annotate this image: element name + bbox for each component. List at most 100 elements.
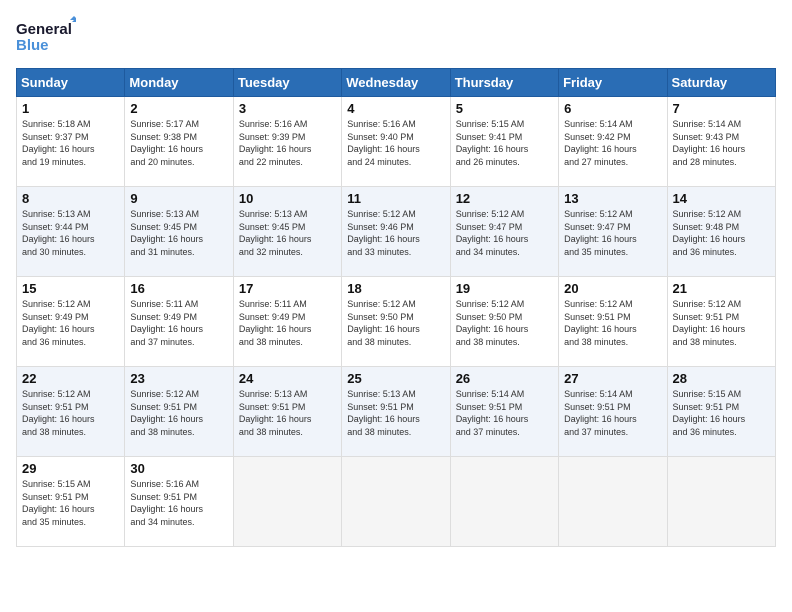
day-info: Sunrise: 5:12 AM Sunset: 9:47 PM Dayligh… [456, 208, 553, 258]
calendar-cell: 17 Sunrise: 5:11 AM Sunset: 9:49 PM Dayli… [233, 277, 341, 367]
day-number: 19 [456, 281, 553, 296]
day-info: Sunrise: 5:14 AM Sunset: 9:51 PM Dayligh… [456, 388, 553, 438]
col-header-wednesday: Wednesday [342, 69, 450, 97]
col-header-saturday: Saturday [667, 69, 775, 97]
calendar-cell: 4Sunrise: 5:16 AM Sunset: 9:40 PM Daylig… [342, 97, 450, 187]
col-header-tuesday: Tuesday [233, 69, 341, 97]
calendar-cell: 21 Sunrise: 5:12 AM Sunset: 9:51 PM Dayli… [667, 277, 775, 367]
day-number: 28 [673, 371, 770, 386]
day-number: 8 [22, 191, 119, 206]
day-info: Sunrise: 5:14 AM Sunset: 9:43 PM Dayligh… [673, 118, 770, 168]
calendar-cell [667, 457, 775, 547]
day-number: 24 [239, 371, 336, 386]
day-info: Sunrise: 5:13 AM Sunset: 9:51 PM Dayligh… [347, 388, 444, 438]
day-number: 9 [130, 191, 227, 206]
page-header: General Blue [16, 16, 776, 56]
calendar-cell [559, 457, 667, 547]
calendar-cell: 16 Sunrise: 5:11 AM Sunset: 9:49 PM Dayli… [125, 277, 233, 367]
calendar-cell: 2Sunrise: 5:17 AM Sunset: 9:38 PM Daylig… [125, 97, 233, 187]
day-number: 1 [22, 101, 119, 116]
day-info: Sunrise: 5:15 AM Sunset: 9:51 PM Dayligh… [673, 388, 770, 438]
calendar-cell: 12Sunrise: 5:12 AM Sunset: 9:47 PM Dayli… [450, 187, 558, 277]
calendar-cell: 19 Sunrise: 5:12 AM Sunset: 9:50 PM Dayli… [450, 277, 558, 367]
day-info: Sunrise: 5:16 AM Sunset: 9:40 PM Dayligh… [347, 118, 444, 168]
day-info: Sunrise: 5:12 AM Sunset: 9:51 PM Dayligh… [673, 298, 770, 348]
calendar-cell: 8 Sunrise: 5:13 AM Sunset: 9:44 PM Daylig… [17, 187, 125, 277]
day-number: 7 [673, 101, 770, 116]
day-info: Sunrise: 5:13 AM Sunset: 9:45 PM Dayligh… [130, 208, 227, 258]
day-info: Sunrise: 5:14 AM Sunset: 9:42 PM Dayligh… [564, 118, 661, 168]
svg-text:General: General [16, 21, 72, 38]
calendar-cell: 27 Sunrise: 5:14 AM Sunset: 9:51 PM Dayli… [559, 367, 667, 457]
day-number: 15 [22, 281, 119, 296]
day-info: Sunrise: 5:11 AM Sunset: 9:49 PM Dayligh… [130, 298, 227, 348]
day-number: 6 [564, 101, 661, 116]
calendar-cell: 24 Sunrise: 5:13 AM Sunset: 9:51 PM Dayli… [233, 367, 341, 457]
calendar-cell [450, 457, 558, 547]
calendar-cell: 30 Sunrise: 5:16 AM Sunset: 9:51 PM Dayli… [125, 457, 233, 547]
day-info: Sunrise: 5:17 AM Sunset: 9:38 PM Dayligh… [130, 118, 227, 168]
day-number: 22 [22, 371, 119, 386]
svg-text:Blue: Blue [16, 37, 49, 54]
day-number: 29 [22, 461, 119, 476]
calendar-header-row: SundayMondayTuesdayWednesdayThursdayFrid… [17, 69, 776, 97]
day-number: 13 [564, 191, 661, 206]
calendar-week-3: 15 Sunrise: 5:12 AM Sunset: 9:49 PM Dayli… [17, 277, 776, 367]
day-info: Sunrise: 5:12 AM Sunset: 9:50 PM Dayligh… [456, 298, 553, 348]
day-number: 25 [347, 371, 444, 386]
day-info: Sunrise: 5:12 AM Sunset: 9:47 PM Dayligh… [564, 208, 661, 258]
col-header-monday: Monday [125, 69, 233, 97]
day-info: Sunrise: 5:15 AM Sunset: 9:41 PM Dayligh… [456, 118, 553, 168]
day-number: 18 [347, 281, 444, 296]
day-info: Sunrise: 5:12 AM Sunset: 9:46 PM Dayligh… [347, 208, 444, 258]
col-header-thursday: Thursday [450, 69, 558, 97]
day-info: Sunrise: 5:16 AM Sunset: 9:51 PM Dayligh… [130, 478, 227, 528]
calendar-cell: 6 Sunrise: 5:14 AM Sunset: 9:42 PM Daylig… [559, 97, 667, 187]
day-number: 30 [130, 461, 227, 476]
calendar-cell: 18 Sunrise: 5:12 AM Sunset: 9:50 PM Dayli… [342, 277, 450, 367]
day-number: 5 [456, 101, 553, 116]
calendar-cell: 7 Sunrise: 5:14 AM Sunset: 9:43 PM Daylig… [667, 97, 775, 187]
calendar-cell: 22 Sunrise: 5:12 AM Sunset: 9:51 PM Dayli… [17, 367, 125, 457]
day-number: 10 [239, 191, 336, 206]
calendar-cell: 3Sunrise: 5:16 AM Sunset: 9:39 PM Daylig… [233, 97, 341, 187]
day-number: 14 [673, 191, 770, 206]
logo: General Blue [16, 16, 76, 56]
calendar-week-4: 22 Sunrise: 5:12 AM Sunset: 9:51 PM Dayli… [17, 367, 776, 457]
day-number: 17 [239, 281, 336, 296]
day-number: 23 [130, 371, 227, 386]
calendar-cell: 26 Sunrise: 5:14 AM Sunset: 9:51 PM Dayli… [450, 367, 558, 457]
calendar-week-5: 29Sunrise: 5:15 AM Sunset: 9:51 PM Dayli… [17, 457, 776, 547]
day-info: Sunrise: 5:11 AM Sunset: 9:49 PM Dayligh… [239, 298, 336, 348]
day-info: Sunrise: 5:12 AM Sunset: 9:50 PM Dayligh… [347, 298, 444, 348]
day-number: 26 [456, 371, 553, 386]
calendar-week-2: 8 Sunrise: 5:13 AM Sunset: 9:44 PM Daylig… [17, 187, 776, 277]
day-number: 21 [673, 281, 770, 296]
day-info: Sunrise: 5:13 AM Sunset: 9:45 PM Dayligh… [239, 208, 336, 258]
day-number: 20 [564, 281, 661, 296]
calendar-cell: 25 Sunrise: 5:13 AM Sunset: 9:51 PM Dayli… [342, 367, 450, 457]
day-info: Sunrise: 5:12 AM Sunset: 9:48 PM Dayligh… [673, 208, 770, 258]
col-header-friday: Friday [559, 69, 667, 97]
calendar-cell: 13 Sunrise: 5:12 AM Sunset: 9:47 PM Dayli… [559, 187, 667, 277]
calendar-cell: 14 Sunrise: 5:12 AM Sunset: 9:48 PM Dayli… [667, 187, 775, 277]
calendar-week-1: 1Sunrise: 5:18 AM Sunset: 9:37 PM Daylig… [17, 97, 776, 187]
calendar-cell [233, 457, 341, 547]
calendar-cell: 29Sunrise: 5:15 AM Sunset: 9:51 PM Dayli… [17, 457, 125, 547]
logo-svg: General Blue [16, 16, 76, 56]
calendar-table: SundayMondayTuesdayWednesdayThursdayFrid… [16, 68, 776, 547]
day-info: Sunrise: 5:12 AM Sunset: 9:51 PM Dayligh… [564, 298, 661, 348]
day-info: Sunrise: 5:12 AM Sunset: 9:51 PM Dayligh… [22, 388, 119, 438]
day-info: Sunrise: 5:14 AM Sunset: 9:51 PM Dayligh… [564, 388, 661, 438]
calendar-cell: 9 Sunrise: 5:13 AM Sunset: 9:45 PM Daylig… [125, 187, 233, 277]
day-info: Sunrise: 5:12 AM Sunset: 9:49 PM Dayligh… [22, 298, 119, 348]
day-number: 27 [564, 371, 661, 386]
day-info: Sunrise: 5:13 AM Sunset: 9:51 PM Dayligh… [239, 388, 336, 438]
col-header-sunday: Sunday [17, 69, 125, 97]
calendar-cell: 10 Sunrise: 5:13 AM Sunset: 9:45 PM Dayli… [233, 187, 341, 277]
day-info: Sunrise: 5:13 AM Sunset: 9:44 PM Dayligh… [22, 208, 119, 258]
calendar-cell: 1Sunrise: 5:18 AM Sunset: 9:37 PM Daylig… [17, 97, 125, 187]
day-info: Sunrise: 5:12 AM Sunset: 9:51 PM Dayligh… [130, 388, 227, 438]
day-number: 16 [130, 281, 227, 296]
day-number: 11 [347, 191, 444, 206]
